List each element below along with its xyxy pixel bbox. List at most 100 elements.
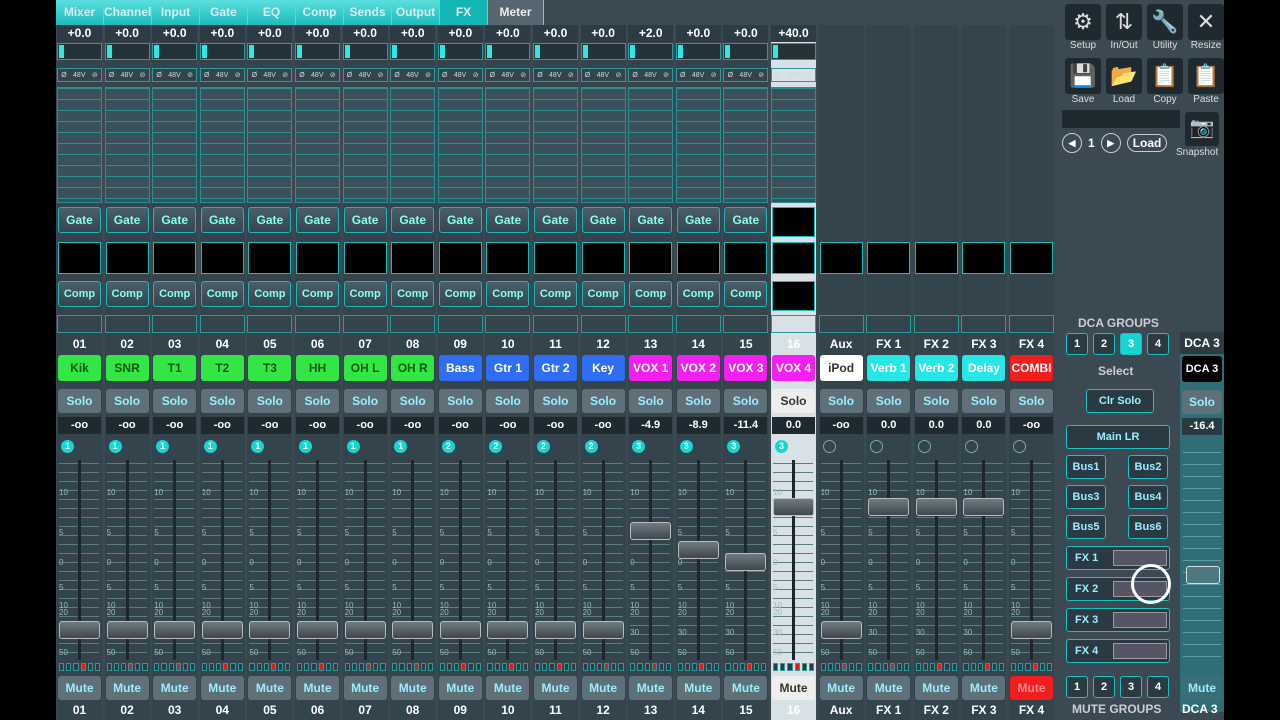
gain-value[interactable]: +0.0 — [437, 25, 483, 42]
pan-box[interactable] — [866, 315, 912, 333]
solo-button[interactable]: Solo — [724, 389, 768, 413]
fader-cap[interactable] — [535, 621, 576, 639]
mute-button[interactable]: Mute — [1010, 676, 1053, 700]
fader-cap[interactable] — [106, 621, 148, 639]
mute-button[interactable]: Mute — [343, 676, 387, 700]
comp-button[interactable]: Comp — [391, 281, 435, 307]
gain-value[interactable]: +0.0 — [199, 25, 245, 42]
paste-button[interactable]: 📋 Paste — [1185, 58, 1224, 105]
mute-button[interactable]: Mute — [724, 676, 768, 700]
solo-button[interactable]: Solo — [867, 389, 911, 413]
phase-48v-buttons[interactable]: Ø 48V ⊘ — [485, 68, 531, 82]
comp-button[interactable]: Comp — [153, 281, 197, 307]
channel-name[interactable]: Verb 2 — [914, 355, 958, 381]
solo-button[interactable]: Solo — [200, 389, 244, 413]
phase-48v-buttons[interactable]: Ø 48V ⊘ — [247, 68, 293, 82]
fader-cap[interactable] — [677, 541, 719, 560]
comp-button[interactable]: Comp — [534, 281, 577, 307]
gate-curve-display[interactable] — [772, 207, 815, 237]
eq-display[interactable] — [105, 242, 149, 274]
comp-curve-display[interactable] — [772, 281, 815, 311]
gain-value[interactable]: +0.0 — [580, 25, 626, 42]
channel-name[interactable]: Delay — [962, 355, 1006, 381]
eq-display[interactable] — [629, 242, 673, 274]
mute-button[interactable]: Mute — [676, 676, 720, 700]
bus3-button[interactable]: Bus3 — [1066, 485, 1106, 509]
mute-button[interactable]: Mute — [914, 676, 958, 700]
mute-button[interactable]: Mute — [105, 676, 149, 700]
tab-input[interactable]: Input — [152, 0, 200, 25]
gain-value[interactable]: +0.0 — [104, 25, 150, 42]
phase-48v-buttons[interactable]: Ø 48V ⊘ — [104, 68, 150, 82]
dca3-fader-cap[interactable] — [1186, 566, 1220, 584]
tab-channel[interactable]: Channel — [104, 0, 152, 25]
mute-button[interactable]: Mute — [438, 676, 482, 700]
comp-button[interactable]: Comp — [248, 281, 292, 307]
fader-cap[interactable] — [154, 621, 196, 639]
fader-cap[interactable] — [487, 621, 529, 639]
gate-button[interactable]: Gate — [581, 207, 625, 233]
comp-button[interactable]: Comp — [486, 281, 530, 307]
eq-display[interactable] — [724, 242, 768, 274]
solo-button[interactable]: Solo — [343, 389, 387, 413]
pan-box[interactable] — [675, 315, 721, 333]
channel-name[interactable]: VOX 4 — [772, 355, 815, 381]
gain-value[interactable]: +0.0 — [152, 25, 198, 42]
fader-cap[interactable] — [868, 497, 910, 516]
solo-button[interactable]: Solo — [248, 389, 292, 413]
gain-value[interactable]: +0.0 — [247, 25, 293, 42]
eq-display[interactable] — [676, 242, 720, 274]
mute-button[interactable]: Mute — [58, 676, 101, 700]
comp-button[interactable]: Comp — [438, 281, 482, 307]
solo-button[interactable]: Solo — [1010, 389, 1053, 413]
dca-group-4-button[interactable]: 4 — [1147, 333, 1169, 355]
fader-cap[interactable] — [392, 621, 434, 639]
copy-button[interactable]: 📋 Copy — [1144, 58, 1186, 105]
bus5-button[interactable]: Bus5 — [1066, 515, 1106, 539]
channel-name[interactable]: Kik — [58, 355, 101, 381]
mute-button[interactable]: Mute — [248, 676, 292, 700]
tab-sends[interactable]: Sends — [344, 0, 392, 25]
mute-group-2-button[interactable]: 2 — [1093, 676, 1115, 698]
in-out-button[interactable]: ⇅ In/Out — [1103, 4, 1145, 51]
gain-value[interactable]: +2.0 — [628, 25, 674, 42]
comp-button[interactable]: Comp — [58, 281, 101, 307]
phase-48v-buttons[interactable]: Ø 48V ⊘ — [390, 68, 436, 82]
channel-name[interactable]: Gtr 2 — [534, 355, 577, 381]
eq-display[interactable] — [1010, 242, 1053, 274]
bus2-button[interactable]: Bus2 — [1128, 455, 1168, 479]
utility-button[interactable]: 🔧 Utility — [1144, 4, 1186, 51]
solo-button[interactable]: Solo — [819, 389, 863, 413]
gate-button[interactable]: Gate — [105, 207, 149, 233]
eq-display[interactable] — [867, 242, 911, 274]
fader-cap[interactable] — [963, 497, 1005, 516]
eq-display[interactable] — [248, 242, 292, 274]
fader-cap[interactable] — [725, 552, 767, 571]
gate-button[interactable]: Gate — [724, 207, 768, 233]
pan-box[interactable] — [342, 315, 388, 333]
clear-solo-button[interactable]: Clr Solo — [1086, 389, 1154, 413]
fader-cap[interactable] — [59, 621, 100, 639]
dca-group-1-button[interactable]: 1 — [1066, 333, 1088, 355]
solo-button[interactable]: Solo — [629, 389, 673, 413]
gain-value[interactable]: +0.0 — [57, 25, 102, 42]
gate-button[interactable]: Gate — [438, 207, 482, 233]
pan-box[interactable] — [913, 315, 959, 333]
gain-value[interactable]: +0.0 — [342, 25, 388, 42]
fader-cap[interactable] — [630, 522, 672, 541]
dca3-mute-button[interactable]: Mute — [1182, 676, 1222, 700]
solo-button[interactable]: Solo — [391, 389, 435, 413]
resize-button[interactable]: ✕ Resize — [1185, 4, 1224, 51]
channel-name[interactable]: OH L — [343, 355, 387, 381]
pan-box[interactable] — [818, 315, 864, 333]
solo-button[interactable]: Solo — [153, 389, 197, 413]
eq-display[interactable] — [343, 242, 387, 274]
load-snapshot-button[interactable]: Load — [1126, 134, 1168, 152]
eq-display[interactable] — [486, 242, 530, 274]
gain-value[interactable]: +0.0 — [675, 25, 721, 42]
gate-button[interactable]: Gate — [391, 207, 435, 233]
prev-snapshot-icon[interactable]: ◀ — [1062, 133, 1082, 153]
eq-display[interactable] — [153, 242, 197, 274]
dca3-solo-button[interactable]: Solo — [1182, 390, 1222, 414]
gate-button[interactable]: Gate — [200, 207, 244, 233]
